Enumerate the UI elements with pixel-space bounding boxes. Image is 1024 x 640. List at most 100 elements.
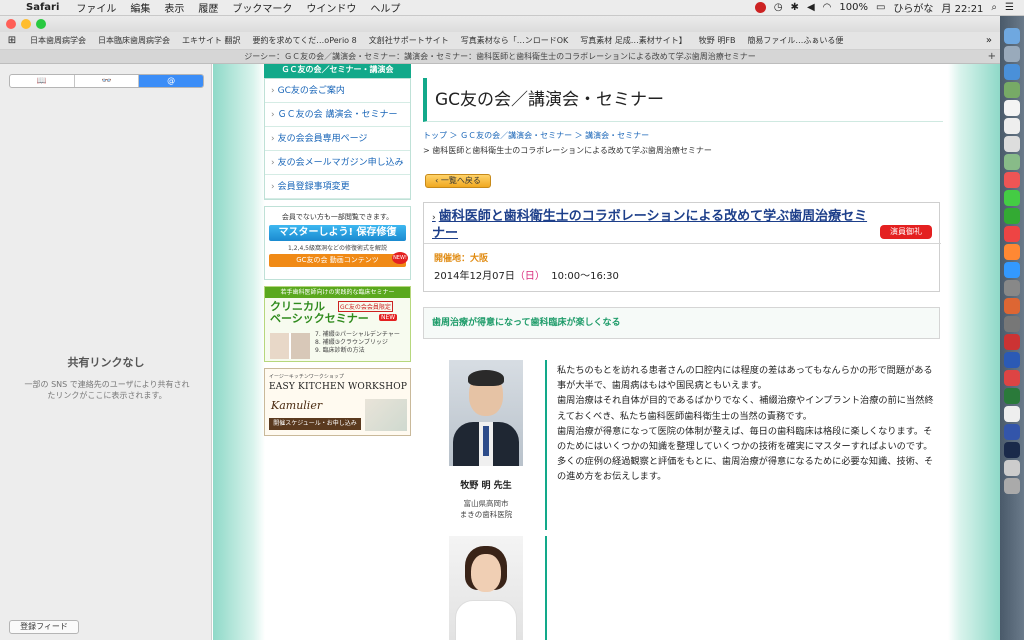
page-title: GC友の会／講演会・セミナー [423,78,943,122]
facetime-icon[interactable] [1004,208,1020,224]
kitchen-workshop-banner[interactable]: イージーキッチンワークショップ EASY KITCHEN WORKSHOP Ka… [264,368,411,436]
menu-edit[interactable]: 編集 [123,0,157,15]
script-editor-icon[interactable] [1004,316,1020,332]
safari-icon[interactable] [1004,64,1020,80]
new-tab-button[interactable]: + [988,50,996,64]
arrow-icon: › [432,213,436,223]
excel-icon[interactable] [1004,388,1020,404]
event-title[interactable]: › 歯科医師と歯科衛生士のコラボレーションによる改めて学ぶ歯周治療セミナー [432,209,872,241]
battery-icon[interactable]: ▭ [876,2,885,13]
bookmark-item[interactable]: 写真素材 足成…素材サイト】 [574,35,693,46]
kitchen-photo [365,399,407,431]
app-store-icon[interactable] [1004,262,1020,278]
powerpoint-icon[interactable] [1004,370,1020,386]
titlebar [0,16,1000,32]
maps-icon[interactable] [1004,154,1020,170]
sidebar-segmented-control: 📖 👓 @ [9,74,204,88]
reminders-icon[interactable] [1004,136,1020,152]
arrow-icon: › [271,158,275,168]
bookmark-item[interactable]: 写真素材なら「…ンロードOK [455,35,575,46]
video-content-banner[interactable]: 会員でない方も一部閲覧できます。 マスターしよう! 保存修復Basic 1,2,… [264,206,411,280]
volume-icon[interactable]: ◀ [807,2,815,13]
menu-view[interactable]: 表示 [157,0,191,15]
notes-icon[interactable] [1004,118,1020,134]
notification-icon[interactable]: ☰ [1005,2,1014,13]
menu-help[interactable]: ヘルプ [363,0,407,15]
bookmark-item[interactable]: 文創社サポートサイト [363,35,455,46]
tab-active[interactable]: ジーシー：ＧＣ友の会／講演会・セミナー：講演会・セミナー：歯科医師と歯科衛生士の… [244,52,755,61]
event-location: 開催地：大阪 [434,254,489,264]
back-to-list-button[interactable]: ‹ 一覧へ戻る [425,174,491,188]
top-sites-icon[interactable]: ⊞ [0,35,24,46]
search-icon[interactable]: ⌕ [991,2,997,13]
safari-sidebar: 📖 👓 @ 共有リンクなし 一部の SNS で連絡先のユーザにより共有されたリン… [0,64,212,640]
app-icon[interactable] [1004,424,1020,440]
trash-icon[interactable] [1004,478,1020,494]
event-date: 2014年12月07日（日） 10:00〜16:30 [434,271,619,282]
empty-state-title: 共有リンクなし [67,356,145,369]
member-note-text: 会員でない方も一部閲覧できます。 [281,213,394,221]
ibooks-icon[interactable] [1004,244,1020,260]
bookmarks-tab-icon[interactable]: 📖 [10,75,75,87]
clock[interactable]: 月 22:21 [941,0,983,15]
keynote-icon[interactable] [1004,298,1020,314]
shared-links-tab-icon[interactable]: @ [139,75,203,87]
zoom-icon[interactable] [36,19,46,29]
kitchen-schedule-link[interactable]: 開催スケジュール・お申し込み [269,418,361,430]
clinical-seminar-banner[interactable]: 若手歯科医師向けの実践的な臨床セミナー クリニカル ベーシックセミナー GC友の会… [264,286,411,362]
status-app-icon[interactable] [754,2,766,13]
time-machine-icon[interactable]: ◷ [774,2,783,13]
bookmark-item[interactable]: エキサイト 翻訳 [176,35,247,46]
reading-list-tab-icon[interactable]: 👓 [75,75,140,87]
speaker-photo-2 [449,536,523,640]
text-editor-icon[interactable] [1004,406,1020,422]
launchpad-icon[interactable] [1004,46,1020,62]
nav-item-seminars[interactable]: › ＧＣ友の会 講演会・セミナー [265,103,410,127]
menu-bookmarks[interactable]: ブックマーク [225,0,299,15]
ime-indicator[interactable]: ひらがな [893,0,933,15]
menu-history[interactable]: 履歴 [191,0,225,15]
nav-item-about[interactable]: › GC友の会ご案内 [265,79,410,103]
menu-window[interactable]: ウインドウ [299,0,363,15]
bookmarks-overflow-icon[interactable]: » [986,35,1000,46]
tab-bar: ジーシー：ＧＣ友の会／講演会・セミナー：講演会・セミナー：歯科医師と歯科衛生士の… [0,50,1000,64]
arrow-icon: › [271,110,275,120]
bookmark-item[interactable]: 日本臨床歯周病学会 [92,35,176,46]
acrobat-icon[interactable] [1004,334,1020,350]
nav-item-members[interactable]: › 友の会会員専用ページ [265,127,410,151]
messages-icon[interactable] [1004,190,1020,206]
bluetooth-icon[interactable]: ✱ [791,2,799,13]
word-icon[interactable] [1004,352,1020,368]
bookmark-item[interactable]: 要約を求めてくだ…oPerio 8 [247,35,363,46]
finder-icon[interactable] [1004,28,1020,44]
video-banner-headline[interactable]: マスターしよう! 保存修復Basic [269,225,406,254]
video-banner-footer[interactable]: GC友の会 動画コンテンツ NEW! [269,252,408,267]
menu-file[interactable]: ファイル [69,0,123,15]
itunes-icon[interactable] [1004,226,1020,242]
nav-header: ＧＣ友の会／セミナー・講演会 [264,64,411,78]
battery-percent[interactable]: 100% [839,2,868,13]
breadcrumb[interactable]: トップ ＞ ＧＣ友の会／講演会・セミナー ＞ 講演会・セミナー [423,130,649,141]
nav-item-registration[interactable]: › 会員登録事項変更 [265,175,410,199]
nav-item-magazine[interactable]: › 友の会メールマガジン申し込み [265,151,410,175]
menu-app-safari[interactable]: Safari [22,2,69,13]
bookmark-item[interactable]: 簡易ファイル…ふぁいる便 [741,35,849,46]
photoshop-icon[interactable] [1004,442,1020,458]
speaker-name: 牧野 明 先生 [460,481,512,491]
calendar-icon[interactable] [1004,100,1020,116]
system-preferences-icon[interactable] [1004,280,1020,296]
menubar: Safari ファイル 編集 表示 履歴 ブックマーク ウインドウ ヘルプ ◷ … [0,0,1024,16]
subscriptions-button[interactable]: 登録フィード [9,620,79,634]
bookmarks-bar: ⊞ 日本歯周病学会 日本臨床歯周病学会 エキサイト 翻訳 要約を求めてくだ…oP… [0,32,1000,50]
bookmark-item[interactable]: 牧野 明FB [693,35,742,46]
wifi-icon[interactable]: ◠ [823,2,832,13]
status-badge: 演員御礼 [880,225,932,239]
kitchen-banner-brand: Kamulier [271,399,323,412]
bookmark-item[interactable]: 日本歯周病学会 [24,35,92,46]
minimize-icon[interactable] [21,19,31,29]
photos-icon[interactable] [1004,172,1020,188]
clinical-topic-list: 7. 補綴②パーシャルデンチャー 8. 補綴③クラウンブリッジ 9. 臨床診断の… [315,331,400,354]
mail-icon[interactable] [1004,82,1020,98]
close-icon[interactable] [6,19,16,29]
help-icon[interactable] [1004,460,1020,476]
